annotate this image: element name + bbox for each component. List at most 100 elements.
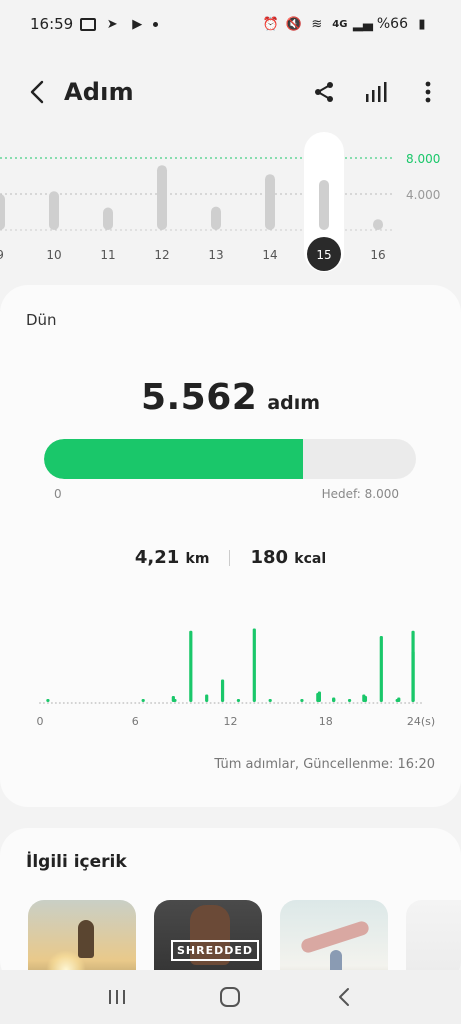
baseline-dot — [150, 702, 153, 704]
baseline-dot — [66, 702, 69, 704]
baseline-dot — [388, 702, 391, 704]
baseline-dot — [78, 702, 81, 704]
share-button[interactable] — [309, 75, 339, 109]
status-bar: 16:59 ➤ ▶ ⏰ 🔇 ≋ 4G ▂▄ %66 ▮ — [0, 0, 461, 48]
metrics-row: 4,21 km 180 kcal — [0, 547, 461, 568]
more-vertical-icon — [425, 81, 431, 103]
hour-bar — [189, 630, 193, 702]
baseline-dot — [94, 702, 97, 704]
chevron-left-icon — [30, 80, 44, 104]
baseline-dot — [241, 702, 244, 704]
baseline-dot — [70, 702, 73, 704]
more-notifications-icon — [153, 21, 159, 27]
baseline-dot — [86, 702, 89, 704]
daily-summary-card: Dün 5.562 adım 0 Hedef: 8.000 4,21 km 18… — [0, 285, 461, 807]
day-tick-label: 14 — [262, 248, 277, 262]
baseline-dot — [296, 702, 299, 704]
home-button[interactable] — [205, 977, 255, 1017]
baseline-dot — [185, 702, 188, 704]
baseline-dot — [142, 702, 145, 704]
status-time: 16:59 — [30, 15, 74, 33]
baseline-dot — [138, 702, 141, 704]
mute-icon: 🔇 — [285, 16, 302, 32]
hour-tick-label: 24(s) — [407, 715, 435, 728]
more-options-button[interactable] — [413, 75, 443, 109]
baseline-dot — [193, 702, 196, 704]
progress-min-label: 0 — [54, 487, 62, 501]
hour-bar — [268, 699, 272, 702]
hour-bar — [252, 628, 256, 702]
baseline-dot — [273, 702, 276, 704]
baseline-dot — [162, 702, 165, 704]
day-bar — [0, 194, 5, 230]
day-tick-label: 15 — [316, 248, 331, 262]
baseline-dot — [328, 702, 331, 704]
baseline-dot — [237, 702, 240, 704]
day-tick-label: 10 — [46, 248, 61, 262]
baseline-dot — [336, 702, 339, 704]
related-title: İlgili içerik — [26, 852, 127, 872]
baseline-dot — [340, 702, 343, 704]
baseline-dot — [205, 702, 208, 704]
weekly-steps-chart[interactable]: 8.000 4.000 9 10 11 12 13 14 15 16 — [0, 130, 461, 280]
baseline-dot — [289, 702, 292, 704]
hour-tick-label: 12 — [224, 715, 238, 728]
baseline-dot — [233, 702, 236, 704]
baseline-dot — [197, 702, 200, 704]
baseline-dot — [82, 702, 85, 704]
baseline-dot — [300, 702, 303, 704]
baseline-dot — [316, 702, 319, 704]
calories-metric: 180 kcal — [250, 547, 326, 568]
baseline-dot — [169, 702, 172, 704]
baseline-dot — [312, 702, 315, 704]
baseline-dot — [420, 702, 422, 704]
baseline-dot — [122, 702, 125, 704]
steps-value: 5.562 — [140, 377, 258, 418]
baseline-dot — [380, 702, 383, 704]
baseline-dot — [181, 702, 184, 704]
steps-summary: 5.562 adım — [0, 377, 461, 418]
share-icon — [315, 82, 333, 102]
goal-progress-fill — [44, 439, 303, 479]
baseline-dot — [177, 702, 180, 704]
baseline-dot — [114, 702, 117, 704]
baseline-dot — [189, 702, 192, 704]
baseline-dot — [106, 702, 109, 704]
goal-progress-bar — [44, 439, 416, 479]
hour-bar — [141, 699, 145, 702]
baseline-dot — [404, 702, 407, 704]
gallery-icon — [80, 17, 97, 31]
updated-text: Tüm adımlar, Güncellenme: 16:20 — [214, 757, 435, 772]
baseline-dot — [364, 702, 367, 704]
hour-bar — [411, 651, 415, 702]
app-bar: Adım — [0, 60, 461, 124]
day-bar — [373, 219, 383, 230]
baseline-dot — [384, 702, 387, 704]
hour-bar — [300, 699, 304, 702]
hour-bar — [220, 679, 225, 702]
baseline-dot — [400, 702, 403, 704]
back-arrow-icon — [339, 988, 350, 1006]
baseline-dot — [58, 702, 61, 704]
recent-apps-button[interactable] — [92, 977, 142, 1017]
baseline-dot — [118, 702, 121, 704]
telegram-icon: ➤ — [106, 16, 118, 32]
baseline-dot — [130, 702, 133, 704]
hour-bar — [317, 691, 321, 702]
baseline-dot — [360, 702, 363, 704]
baseline-dot — [90, 702, 93, 704]
hour-bar — [397, 697, 401, 702]
baseline-dot — [213, 702, 216, 704]
baseline-dot — [304, 702, 307, 704]
hour-bar — [171, 696, 175, 702]
trends-button[interactable] — [361, 75, 391, 109]
baseline-dot — [352, 702, 355, 704]
day-label: Dün — [26, 311, 57, 329]
back-button[interactable] — [22, 72, 52, 112]
page-title: Adım — [64, 78, 134, 106]
day-tick-label: 13 — [208, 248, 223, 262]
baseline-dot — [134, 702, 137, 704]
back-nav-button[interactable] — [319, 977, 369, 1017]
bar-chart-icon — [366, 82, 387, 102]
baseline-dot — [102, 702, 105, 704]
